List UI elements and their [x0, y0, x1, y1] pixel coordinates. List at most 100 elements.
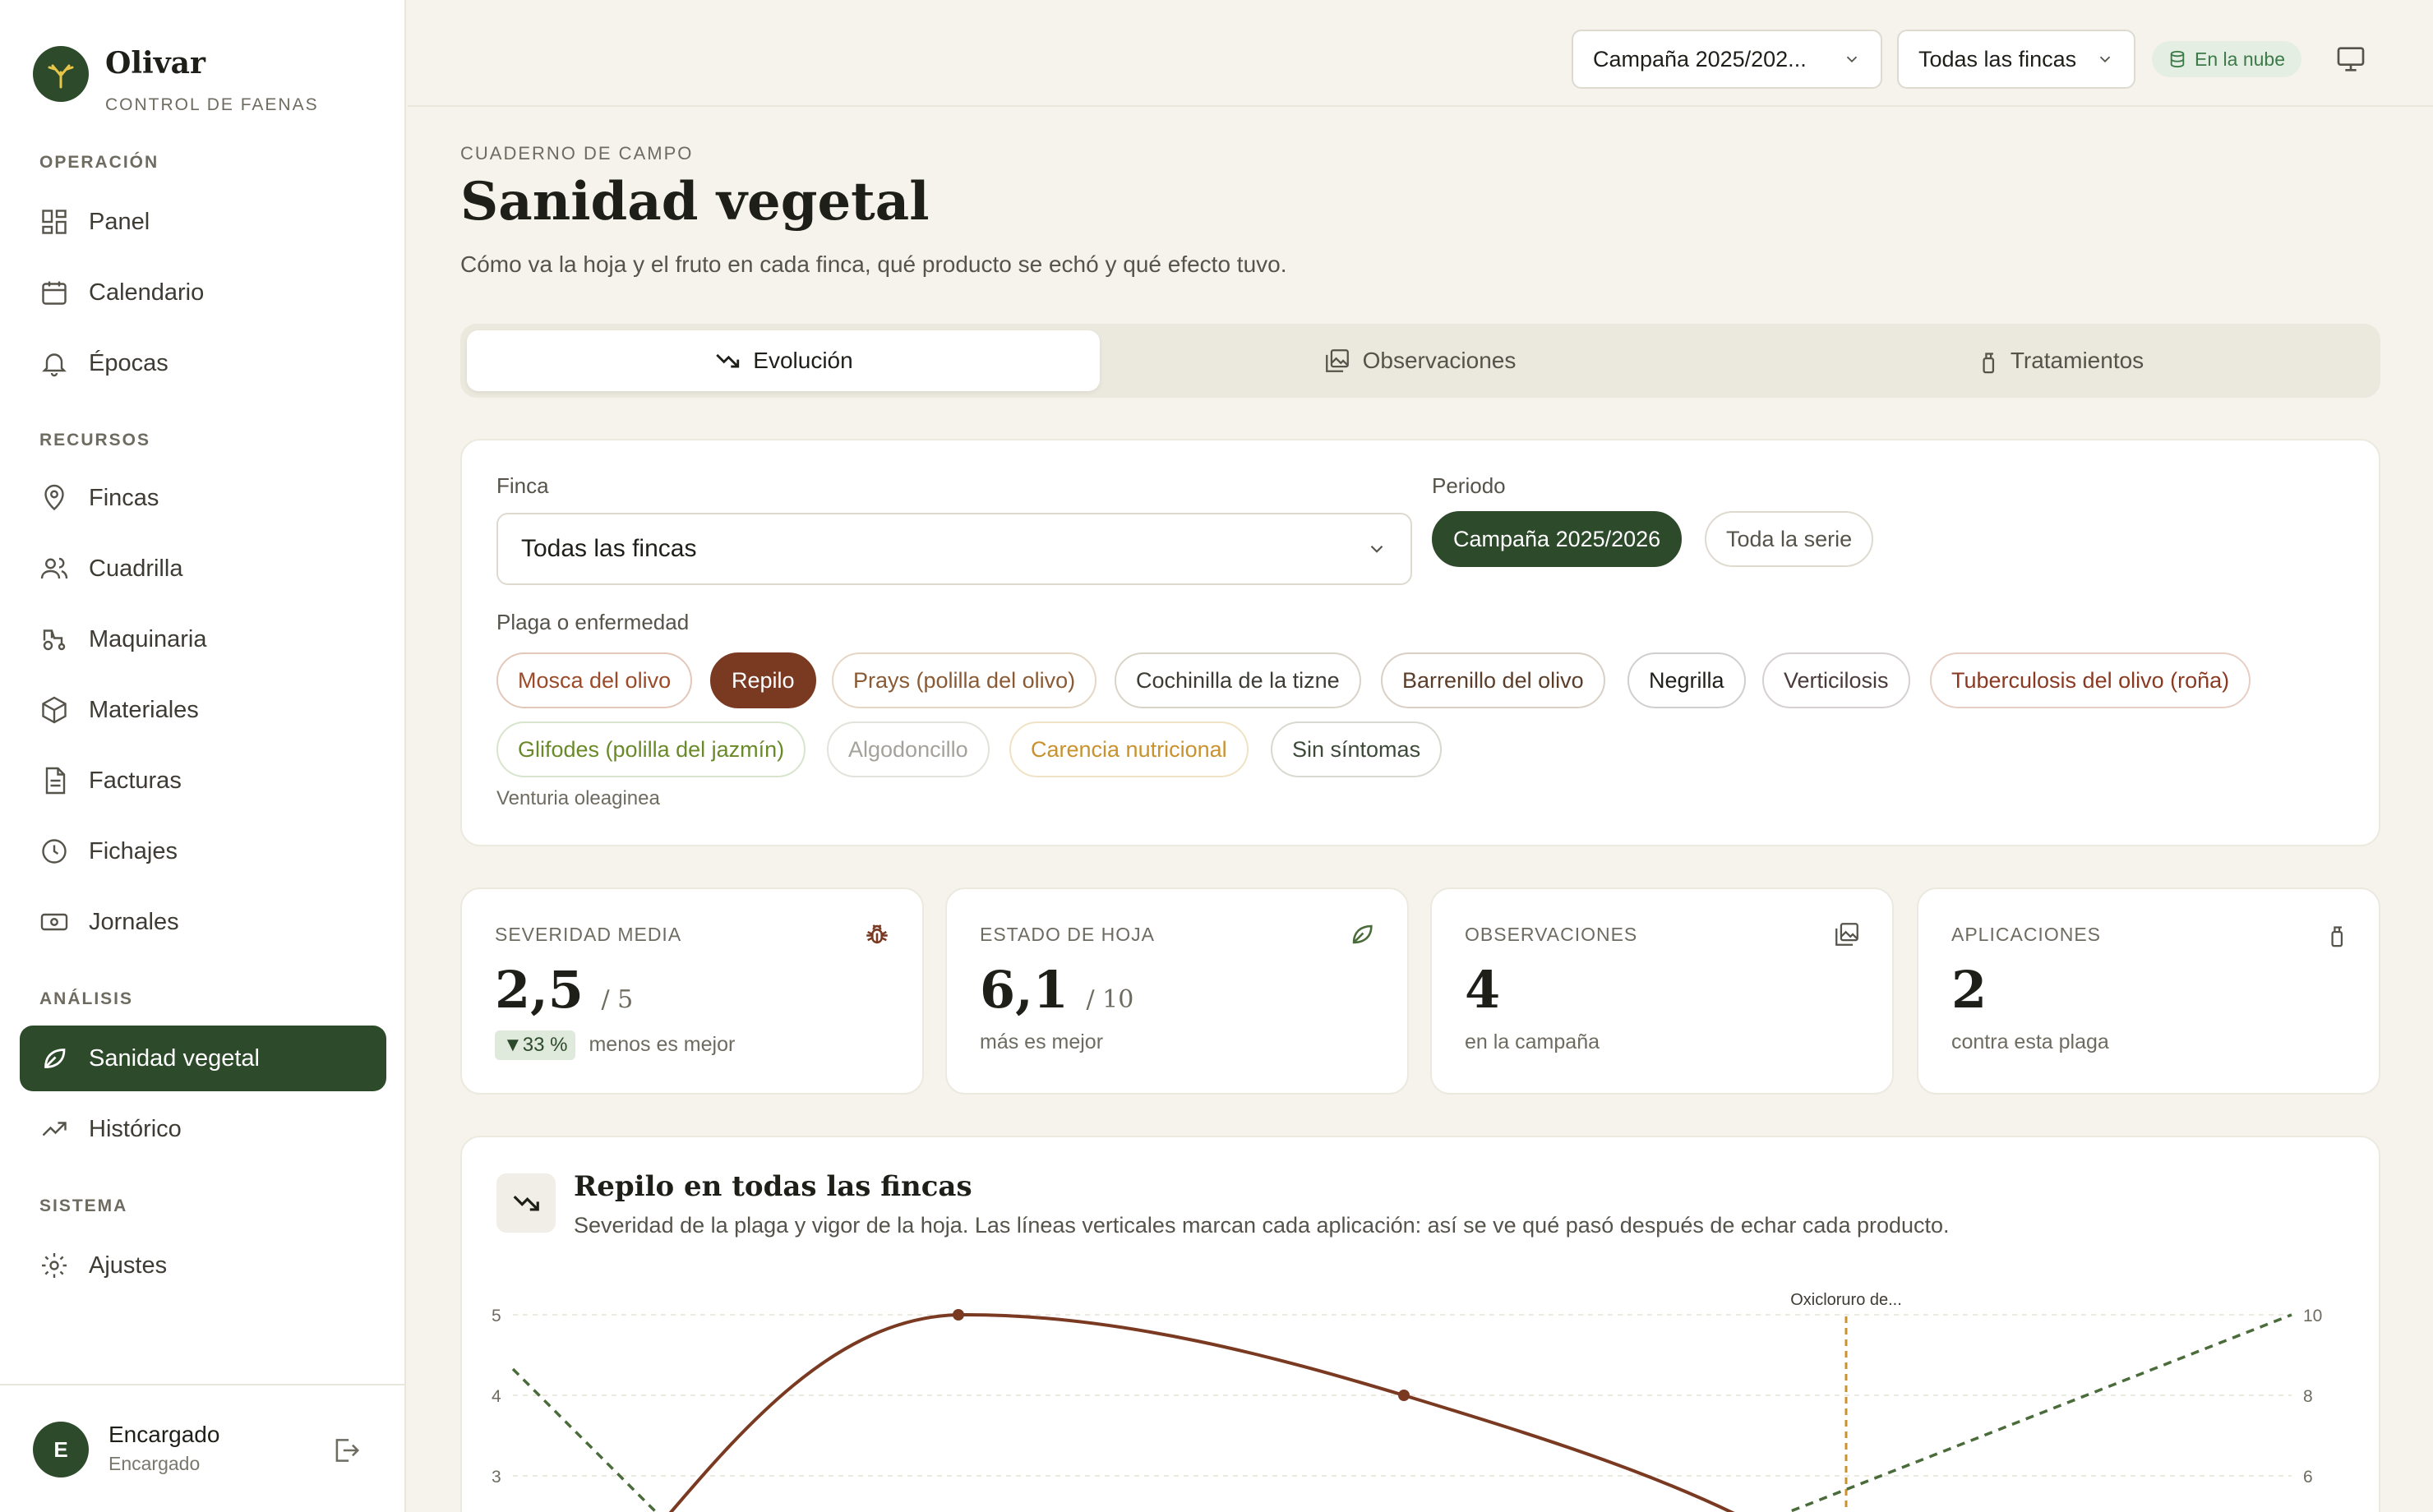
nav-item-maquinaria[interactable]: Maquinaria — [20, 606, 386, 672]
page-eyebrow: CUADERNO DE CAMPO — [460, 143, 694, 164]
page-description: Cómo va la hoja y el fruto en cada finca… — [460, 251, 1287, 277]
clock-icon — [42, 839, 67, 864]
nav-item-ajustes[interactable]: Ajustes — [20, 1233, 386, 1298]
campaign-select[interactable]: Campaña 2025/202... — [1572, 30, 1882, 89]
finca-select-value: Todas las fincas — [521, 535, 697, 562]
nav-item-calendario[interactable]: Calendario — [20, 260, 386, 325]
stat-label: ESTADO DE HOJA — [980, 924, 1155, 945]
nav-item-cuadrilla[interactable]: Cuadrilla — [20, 536, 386, 602]
stat-number: 6,1 — [980, 960, 1069, 1020]
plaga-chip-negrilla[interactable]: Negrilla — [1627, 652, 1746, 708]
delta-badge: ▼33 % — [495, 1030, 576, 1060]
nav-item-historico[interactable]: Histórico — [20, 1096, 386, 1162]
y-right-tick: 8 — [2303, 1387, 2313, 1406]
nav-section-recursos: RECURSOS — [39, 431, 151, 449]
users-icon — [40, 557, 68, 579]
finca-top-select[interactable]: Todas las fincas — [1897, 30, 2135, 89]
plaga-chip-prays[interactable]: Prays (polilla del olivo) — [832, 652, 1097, 708]
bug-icon — [866, 924, 888, 944]
stat-card-hoja: ESTADO DE HOJA 6,1 / 10 más es mejor — [945, 887, 1409, 1095]
tab-tratamientos[interactable]: Tratamientos — [1741, 330, 2374, 391]
brand-subtitle: CONTROL DE FAENAS — [105, 95, 319, 114]
topbar: Campaña 2025/202... Todas las fincas — [408, 0, 2433, 107]
stat-value: 2 — [1951, 960, 1987, 1020]
plaga-chip-glifodes[interactable]: Glifodes (polilla del jazmín) — [496, 721, 806, 777]
nav-item-facturas[interactable]: Facturas — [20, 748, 386, 814]
sidebar: Olivar CONTROL DE FAENAS OPERACIÓN Panel… — [0, 0, 406, 1512]
cloud-status-text: En la nube — [2195, 48, 2285, 70]
periodo-all-button[interactable]: Toda la serie — [1705, 511, 1874, 567]
stat-label: APLICACIONES — [1951, 924, 2101, 945]
stat-note: ▼33 % menos es mejor — [495, 1030, 735, 1060]
nav-item-panel[interactable]: Panel — [20, 189, 386, 255]
gear-icon — [42, 1253, 67, 1278]
leaf-icon — [1352, 924, 1373, 944]
finca-label: Finca — [496, 473, 549, 498]
nav-item-materiales[interactable]: Materiales — [20, 677, 386, 743]
severity-series-line — [668, 1312, 1735, 1512]
treatment-marker-label: Oxicloruro de... — [1790, 1291, 1902, 1309]
nav-item-fincas[interactable]: Fincas — [20, 465, 386, 531]
finca-select[interactable]: Todas las fincas — [496, 513, 1412, 585]
nav-section-sistema: SISTEMA — [39, 1196, 128, 1215]
plaga-chip-cochinilla[interactable]: Cochinilla de la tizne — [1115, 652, 1361, 708]
nav-item-sanidad[interactable]: Sanidad vegetal — [20, 1026, 386, 1091]
filter-card: Finca Todas las fincas Periodo Campaña 2… — [460, 439, 2380, 846]
chevron-down-icon — [2099, 56, 2111, 63]
plaga-chip-sin-sintomas[interactable]: Sin síntomas — [1271, 721, 1443, 777]
brand-name: Olivar — [105, 46, 205, 81]
stat-value: 2,5 / 5 — [495, 960, 633, 1020]
tab-evolucion[interactable]: Evolución — [467, 330, 1100, 391]
periodo-campaign-button[interactable]: Campaña 2025/2026 — [1432, 511, 1683, 567]
nav-label: Maquinaria — [89, 625, 207, 652]
avatar: E — [33, 1422, 89, 1477]
y-left-tick: 4 — [492, 1387, 501, 1406]
leaf-series-line-right — [1784, 1313, 2292, 1512]
calendar-icon — [42, 281, 67, 305]
campaign-select-value: Campaña 2025/202... — [1593, 46, 1807, 71]
chevron-down-icon — [1846, 56, 1858, 63]
plaga-chip-algodoncillo[interactable]: Algodoncillo — [827, 721, 990, 777]
nav-label: Fichajes — [89, 837, 178, 864]
monitor-icon[interactable] — [2334, 43, 2367, 76]
evolution-chart: 5 4 3 10 8 6 Oxicloruro de... — [492, 1291, 2322, 1512]
map-pin-icon — [44, 484, 64, 511]
plaga-chip-verticilosis[interactable]: Verticilosis — [1762, 652, 1910, 708]
y-left-tick: 5 — [492, 1307, 501, 1325]
stat-note: en la campaña — [1465, 1030, 1600, 1053]
leaf-icon — [44, 1049, 66, 1068]
y-right-tick: 10 — [2303, 1307, 2322, 1325]
nav-label: Sanidad vegetal — [89, 1044, 260, 1072]
tractor-icon — [43, 629, 66, 651]
stat-denominator: / 5 — [601, 985, 634, 1014]
stat-number: 2,5 — [495, 960, 584, 1020]
periodo-label: Periodo — [1432, 473, 1506, 498]
tab-observaciones[interactable]: Observaciones — [1103, 330, 1736, 391]
brand[interactable]: Olivar CONTROL DE FAENAS — [33, 46, 317, 114]
trending-up-icon — [42, 1122, 67, 1136]
images-icon — [1325, 349, 1349, 372]
nav-item-fichajes[interactable]: Fichajes — [20, 818, 386, 884]
plaga-chip-carencia[interactable]: Carencia nutricional — [1009, 721, 1249, 777]
tab-label: Tratamientos — [2010, 348, 2144, 373]
chevron-down-icon — [1370, 545, 1383, 553]
nav-label: Cuadrilla — [89, 555, 183, 582]
package-icon — [42, 696, 67, 724]
bell-icon — [42, 353, 67, 377]
plaga-chip-repilo[interactable]: Repilo — [710, 652, 816, 708]
plaga-chip-barrenillo[interactable]: Barrenillo del olivo — [1381, 652, 1605, 708]
stat-denominator: / 10 — [1086, 985, 1134, 1014]
plaga-chip-tuberculosis[interactable]: Tuberculosis del olivo (roña) — [1930, 652, 2251, 708]
nav-label: Épocas — [89, 349, 169, 376]
nav-item-jornales[interactable]: Jornales — [20, 889, 386, 955]
stat-note: contra esta plaga — [1951, 1030, 2109, 1053]
plaga-label: Plaga o enfermedad — [496, 610, 690, 634]
plaga-chip-mosca[interactable]: Mosca del olivo — [496, 652, 693, 708]
stat-note: más es mejor — [980, 1030, 1104, 1053]
nav-label: Panel — [89, 208, 150, 235]
nav-item-epocas[interactable]: Épocas — [20, 330, 386, 396]
logout-icon[interactable] — [330, 1435, 362, 1466]
chart-card: Repilo en todas las fincas Severidad de … — [460, 1136, 2380, 1512]
stat-value: 6,1 / 10 — [980, 960, 1133, 1020]
nav-label: Calendario — [89, 279, 205, 306]
